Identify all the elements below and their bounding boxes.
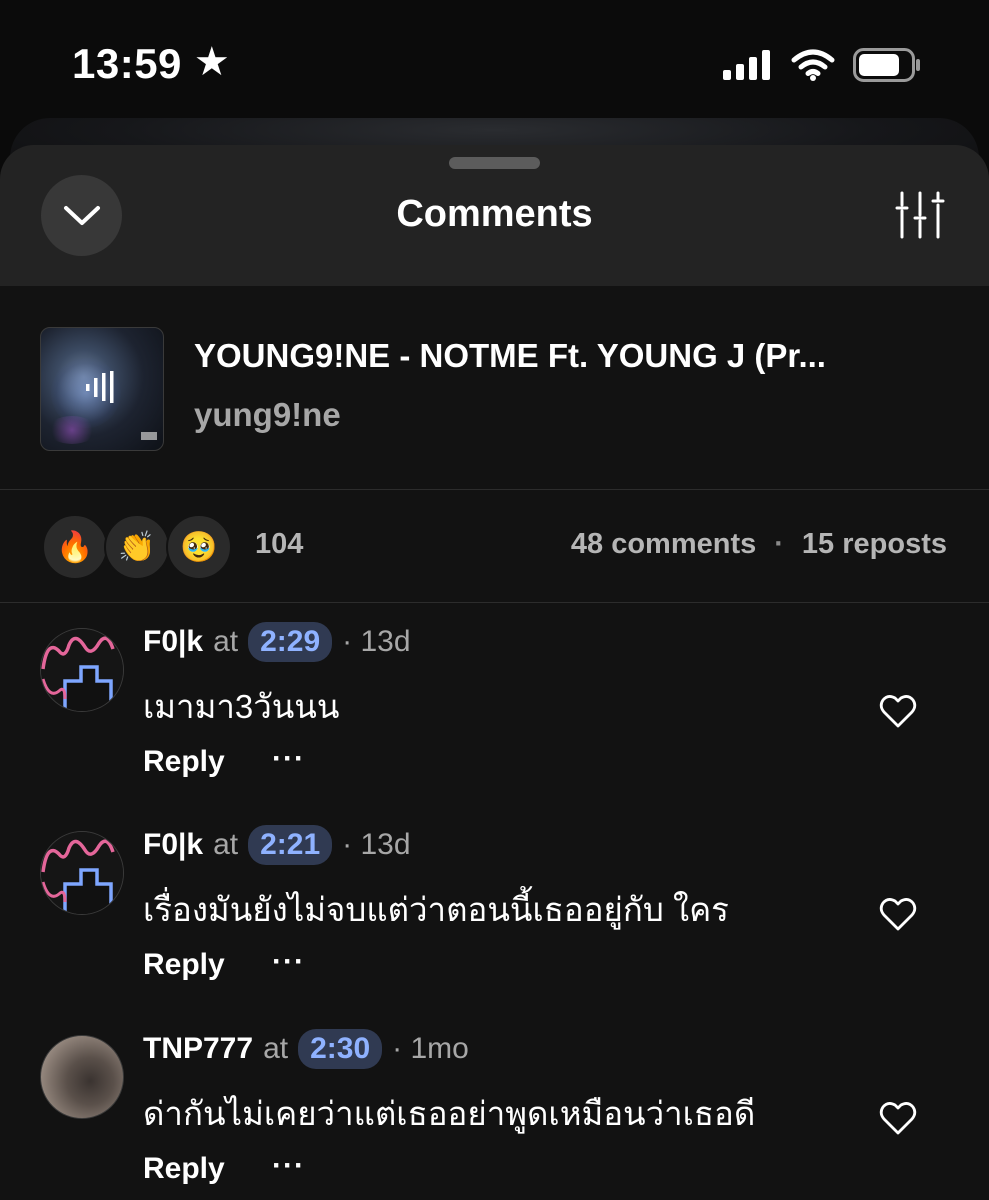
track-artist[interactable]: yung9!ne <box>194 396 341 434</box>
comment-header: TNP777 at 2:30 · 1mo <box>143 1029 469 1069</box>
reaction-count: 104 <box>255 528 304 560</box>
comment-header: F0|k at 2:21 · 13d <box>143 825 411 865</box>
comment-text: ด่ากันไม่เคยว่าแต่เธออย่าพูดเหมือนว่าเธอ… <box>143 1095 756 1132</box>
comment-item: TNP777 at 2:30 · 1mo ด่ากันไม่เคยว่าแต่เ… <box>0 1009 989 1200</box>
stats-row: 🔥 👏 🥹 104 48 comments · 15 reposts <box>0 490 989 603</box>
status-icons <box>723 48 921 82</box>
more-options-button[interactable]: ··· <box>272 1149 305 1183</box>
battery-icon <box>853 48 920 82</box>
sheet-grabber[interactable] <box>449 157 540 169</box>
comment-age: · 13d <box>342 625 411 658</box>
sheet-header: Comments <box>0 145 989 286</box>
reply-button[interactable]: Reply <box>143 745 225 779</box>
page-title: Comments <box>396 193 593 235</box>
avatar[interactable] <box>40 831 124 915</box>
avatar-art <box>41 629 123 711</box>
reactions-group[interactable]: 🔥 👏 🥹 <box>42 514 232 580</box>
time-group: 13:59 ★ <box>72 40 230 88</box>
track-meta: 48 comments · 15 reposts <box>571 528 947 561</box>
comment-at: at <box>213 625 239 658</box>
heart-icon[interactable] <box>878 895 918 935</box>
comments-count: 48 comments <box>570 528 757 560</box>
avatar-art <box>41 832 123 914</box>
comment-age: · 1mo <box>392 1032 469 1065</box>
star-icon: ★ <box>193 40 230 84</box>
comment-item: F0|k at 2:21 · 13d เรื่องมันยังไม่จบแต่ว… <box>0 805 989 1009</box>
filter-button[interactable] <box>895 191 945 239</box>
avatar[interactable] <box>40 628 124 712</box>
meta-separator: · <box>774 528 784 560</box>
cellular-signal-icon <box>723 50 770 80</box>
avatar[interactable] <box>40 1035 124 1119</box>
comment-username[interactable]: F0|k <box>143 625 203 659</box>
screen: 13:59 ★ Comments YOUNG9!NE - NOTME Ft. Y… <box>0 0 989 1200</box>
clap-reaction-icon: 👏 <box>104 514 170 580</box>
comment-age: · 13d <box>342 828 411 861</box>
comment-text: เรื่องมันยังไม่จบแต่ว่าตอนนี้เธออยู่กับ … <box>143 891 729 928</box>
more-options-button[interactable]: ··· <box>272 945 305 979</box>
comment-username[interactable]: F0|k <box>143 828 203 862</box>
wifi-icon <box>791 49 835 81</box>
comment-timestamp[interactable]: 2:21 <box>248 825 333 865</box>
status-bar: 13:59 ★ <box>0 0 989 130</box>
fire-reaction-icon: 🔥 <box>42 514 108 580</box>
comment-username[interactable]: TNP777 <box>143 1032 253 1066</box>
reply-button[interactable]: Reply <box>143 1152 225 1186</box>
comment-timestamp[interactable]: 2:30 <box>298 1029 383 1069</box>
comment-at: at <box>263 1032 289 1065</box>
sliders-icon <box>895 191 945 239</box>
comment-text: เมามา3วันนน <box>143 688 340 725</box>
reply-button[interactable]: Reply <box>143 948 225 982</box>
track-title[interactable]: YOUNG9!NE - NOTME Ft. YOUNG J (Pr... <box>194 337 914 375</box>
heart-icon[interactable] <box>878 1099 918 1139</box>
clock: 13:59 <box>72 40 182 87</box>
comments-sheet: Comments YOUNG9!NE - NOTME Ft. YOUNG J (… <box>0 145 989 1200</box>
more-options-button[interactable]: ··· <box>272 742 305 776</box>
heart-icon[interactable] <box>878 692 918 732</box>
playing-indicator-icon <box>86 371 114 403</box>
track-artwork[interactable] <box>40 327 164 451</box>
comment-timestamp[interactable]: 2:29 <box>248 622 333 662</box>
reposts-count[interactable]: 15 reposts <box>802 528 947 561</box>
teary-face-reaction-icon: 🥹 <box>166 514 232 580</box>
comment-item: F0|k at 2:29 · 13d เมามา3วันนน Reply ··· <box>0 602 989 806</box>
comment-header: F0|k at 2:29 · 13d <box>143 622 411 662</box>
parental-advisory-label <box>141 432 157 440</box>
comment-at: at <box>213 828 239 861</box>
track-row[interactable]: YOUNG9!NE - NOTME Ft. YOUNG J (Pr... yun… <box>0 286 989 490</box>
